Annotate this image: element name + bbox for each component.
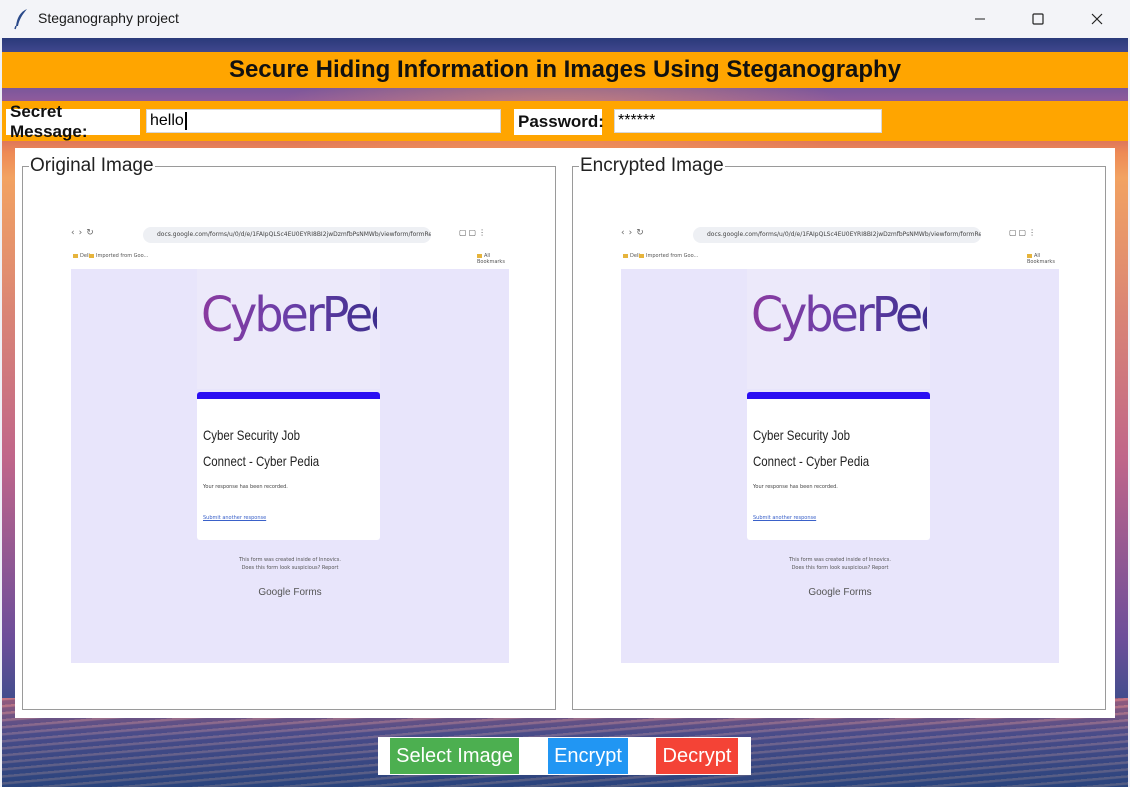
footer-line-2: Does this form look suspicious? Report	[791, 565, 889, 571]
folder-icon	[1027, 253, 1032, 258]
original-image-frame: Original Image ‹›↻ docs.google.com/forms…	[22, 155, 556, 710]
secret-message-label: Secret Message:	[6, 102, 140, 141]
cyberpedia-logo: CyberPedia	[201, 277, 434, 351]
password-value: ******	[618, 112, 656, 129]
secret-message-input[interactable]: hello	[146, 109, 501, 133]
preview-bookmarks: Dell Imported from Goo... All Bookmarks	[71, 253, 509, 265]
google-forms-label: Google Forms	[258, 587, 322, 598]
form-title: Cyber Security Job Connect - Cyber Pedia	[203, 427, 320, 469]
preview-footer: This form was created inside of Innovics…	[71, 556, 509, 572]
card-accent-bar	[747, 392, 930, 399]
password-label: Password:	[514, 109, 604, 135]
folder-icon	[639, 253, 644, 258]
card-accent-bar	[197, 392, 380, 399]
select-image-button[interactable]: Select Image	[390, 738, 519, 774]
page-title: Secure Hiding Information in Images Usin…	[228, 56, 902, 83]
preview-nav-icons: ‹›↻	[621, 228, 648, 238]
footer-line-1: This form was created inside of Innovics…	[239, 557, 341, 563]
preview-bookmarks: Dell Imported from Goo... All Bookmarks	[621, 253, 1059, 265]
submit-another-link: Submit another response	[203, 515, 267, 521]
preview-url: docs.google.com/forms/u/0/d/e/1FAIpQLSc4…	[143, 227, 431, 243]
minimize-icon	[974, 13, 986, 25]
bookmark-2: Imported from Goo...	[96, 253, 149, 259]
app-window: Steganography project Secure Hiding Info…	[0, 0, 1130, 787]
close-icon	[1091, 13, 1103, 25]
encrypted-image-preview: ‹›↻ docs.google.com/forms/u/0/d/e/1FAIpQ…	[621, 223, 1059, 663]
folder-icon	[73, 253, 78, 258]
preview-nav-icons: ‹›↻	[71, 228, 98, 238]
maximize-button[interactable]	[1009, 0, 1067, 38]
original-image-title: Original Image	[29, 155, 155, 177]
folder-icon	[623, 253, 628, 258]
encrypted-image-frame: Encrypted Image ‹›↻ docs.google.com/form…	[572, 155, 1106, 710]
secret-message-value: hello	[150, 112, 184, 129]
preview-browser-bar: ‹›↻ docs.google.com/forms/u/0/d/e/1FAIpQ…	[71, 223, 509, 269]
encrypt-button[interactable]: Encrypt	[548, 738, 628, 774]
folder-icon	[89, 253, 94, 258]
password-input[interactable]: ******	[614, 109, 882, 133]
window-title: Steganography project	[38, 10, 179, 26]
folder-icon	[477, 253, 482, 258]
footer-line-2: Does this form look suspicious? Report	[241, 565, 339, 571]
encrypted-image-title: Encrypted Image	[579, 155, 725, 177]
bookmark-2: Imported from Goo...	[646, 253, 699, 259]
cyberpedia-logo: CyberPedia	[751, 277, 984, 351]
preview-logo-card: CyberPedia	[197, 269, 434, 389]
app-client-area: Secure Hiding Information in Images Usin…	[2, 38, 1128, 787]
preview-form-background: CyberPedia Cyber Security Job Connect - …	[621, 269, 1059, 663]
preview-form-card: Cyber Security Job Connect - Cyber Pedia…	[197, 392, 380, 540]
preview-form-background: CyberPedia Cyber Security Job Connect - …	[71, 269, 509, 663]
footer-line-1: This form was created inside of Innovics…	[789, 557, 891, 563]
google-forms-label: Google Forms	[808, 587, 872, 598]
response-note: Your response has been recorded.	[753, 484, 838, 490]
header-banner: Secure Hiding Information in Images Usin…	[2, 52, 1128, 88]
close-button[interactable]	[1068, 0, 1126, 38]
title-bar: Steganography project	[0, 0, 1130, 38]
form-title: Cyber Security Job Connect - Cyber Pedia	[753, 427, 870, 469]
preview-url: docs.google.com/forms/u/0/d/e/1FAIpQLSc4…	[693, 227, 981, 243]
submit-another-link: Submit another response	[753, 515, 817, 521]
text-caret	[184, 112, 187, 130]
response-note: Your response has been recorded.	[203, 484, 288, 490]
preview-footer: This form was created inside of Innovics…	[621, 556, 1059, 572]
decrypt-button[interactable]: Decrypt	[656, 738, 738, 774]
feather-icon	[12, 8, 32, 30]
preview-browser-bar: ‹›↻ docs.google.com/forms/u/0/d/e/1FAIpQ…	[621, 223, 1059, 269]
action-buttons: Select Image Encrypt Decrypt	[378, 737, 751, 775]
preview-logo-card: CyberPedia	[747, 269, 984, 389]
image-panels: Original Image ‹›↻ docs.google.com/forms…	[15, 148, 1115, 718]
preview-form-card: Cyber Security Job Connect - Cyber Pedia…	[747, 392, 930, 540]
minimize-button[interactable]	[951, 0, 1009, 38]
original-image-preview: ‹›↻ docs.google.com/forms/u/0/d/e/1FAIpQ…	[71, 223, 509, 663]
maximize-icon	[1032, 13, 1044, 25]
input-bar: Secret Message: hello Password: ******	[2, 101, 1128, 141]
preview-toolbar-icons: ▢▢⋮	[459, 228, 489, 237]
preview-toolbar-icons: ▢▢⋮	[1009, 228, 1039, 237]
